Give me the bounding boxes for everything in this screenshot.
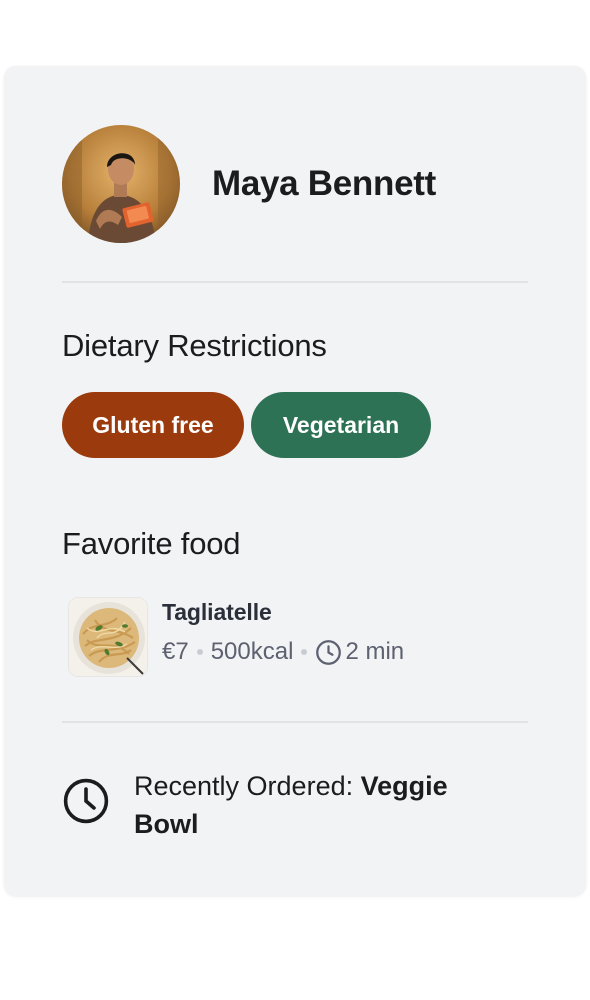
dietary-restrictions-title: Dietary Restrictions	[62, 328, 327, 363]
food-calories: 500kcal	[210, 638, 294, 665]
separator-dot	[301, 649, 308, 655]
avatar[interactable]	[62, 125, 180, 243]
food-info: Tagliatelle €7 500kcal 2 min	[162, 599, 404, 666]
recently-ordered-label: Recently Ordered:	[134, 771, 361, 801]
profile-card: Maya Bennett Dietary Restrictions Gluten…	[4, 66, 586, 896]
favorite-food-title: Favorite food	[62, 526, 241, 561]
food-meta: €7 500kcal 2 min	[162, 638, 404, 666]
clock-icon	[62, 777, 110, 830]
divider	[62, 281, 528, 283]
food-price: €7	[162, 638, 189, 665]
separator-dot	[196, 649, 203, 655]
food-time: 2 min	[345, 638, 405, 665]
user-name: Maya Bennett	[212, 164, 436, 203]
recently-ordered-text: Recently Ordered: Veggie Bowl	[134, 767, 512, 843]
food-name: Tagliatelle	[162, 599, 272, 625]
profile-header: Maya Bennett	[62, 125, 436, 243]
recently-ordered: Recently Ordered: Veggie Bowl	[62, 767, 512, 843]
divider	[62, 721, 528, 723]
tag-gluten-free[interactable]: Gluten free	[62, 392, 244, 458]
tag-vegetarian[interactable]: Vegetarian	[251, 392, 431, 458]
favorite-food-item[interactable]: Tagliatelle €7 500kcal 2 min	[68, 597, 404, 677]
food-thumbnail	[68, 597, 148, 677]
dietary-tags: Gluten free Vegetarian	[62, 392, 431, 458]
clock-icon	[315, 639, 342, 666]
